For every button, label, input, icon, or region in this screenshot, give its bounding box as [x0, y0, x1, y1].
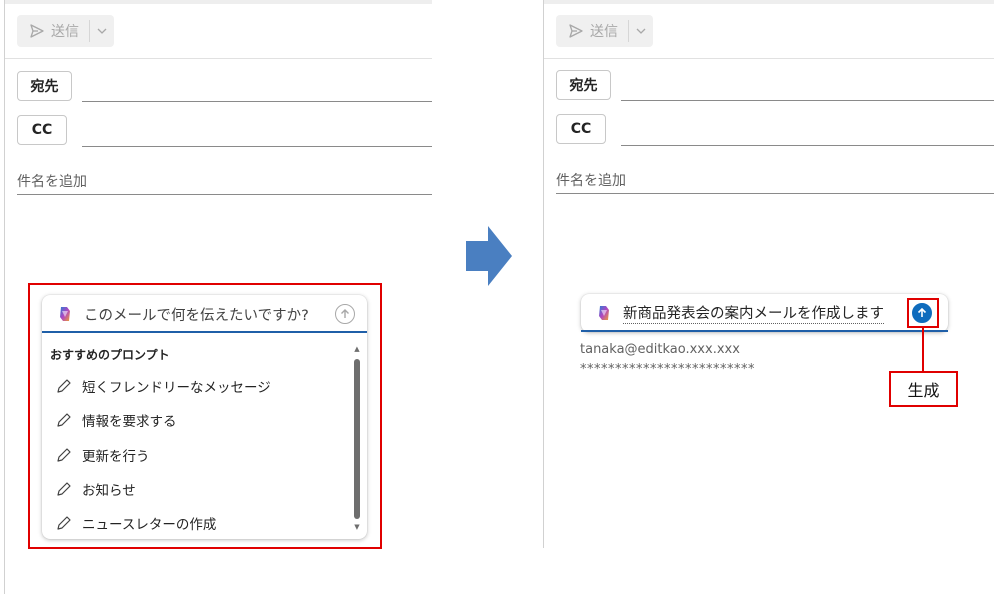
input-underline: [42, 331, 367, 333]
chevron-down-icon: [97, 28, 107, 34]
top-strip: [544, 0, 994, 4]
cc-button[interactable]: CC: [17, 115, 67, 145]
arrow-up-circle-icon[interactable]: [335, 304, 355, 324]
compose-panel-after: 送信 宛先 CC 件名を追加 tanaka@editkao.xxx.xxx **…: [543, 0, 994, 548]
to-field[interactable]: [621, 100, 994, 101]
suggestions-heading: おすすめのプロンプト: [50, 348, 170, 362]
response-email: tanaka@editkao.xxx.xxx: [580, 342, 740, 357]
input-underline: [581, 330, 948, 332]
scroll-down-icon[interactable]: ▼: [353, 523, 361, 531]
scrollbar-thumb[interactable]: [354, 359, 360, 519]
copilot-prompt-placeholder: このメールで何を伝えたいですか?: [84, 307, 309, 324]
copilot-prompt-text: 新商品発表会の案内メールを作成します: [623, 302, 884, 324]
highlight-box: [907, 298, 939, 328]
copilot-prompt-input[interactable]: このメールで何を伝えたいですか?: [42, 295, 367, 333]
subject-underline: [17, 194, 432, 195]
pencil-icon: [57, 379, 71, 393]
copilot-draft-panel: このメールで何を伝えたいですか? おすすめのプロンプト 短くフレンドリーなメッセ…: [42, 295, 367, 539]
to-button[interactable]: 宛先: [556, 70, 611, 100]
suggestion-label: お知らせ: [82, 483, 136, 499]
copilot-prompt-input[interactable]: 新商品発表会の案内メールを作成します: [581, 294, 948, 332]
send-button[interactable]: 送信: [17, 15, 89, 47]
cc-field[interactable]: [82, 146, 432, 147]
suggestion-label: ニュースレターの作成: [82, 517, 217, 533]
send-icon: [30, 24, 44, 38]
send-label: 送信: [590, 24, 618, 40]
top-strip: [5, 0, 432, 4]
pencil-icon: [57, 413, 71, 427]
flow-arrow-icon: [466, 226, 512, 286]
chevron-down-icon: [636, 28, 646, 34]
suggestion-item[interactable]: お知らせ: [56, 478, 136, 500]
response-masked: *************************: [580, 362, 755, 377]
copilot-logo-icon: [60, 307, 70, 321]
scroll-up-icon[interactable]: ▲: [353, 345, 361, 353]
pencil-icon: [57, 516, 71, 530]
send-split-button: 送信: [556, 15, 653, 47]
suggestion-item[interactable]: ニュースレターの作成: [56, 512, 216, 534]
to-field[interactable]: [82, 101, 432, 102]
send-options-button[interactable]: [629, 15, 653, 47]
subject-underline: [556, 193, 994, 194]
suggestion-label: 情報を要求する: [82, 414, 177, 430]
send-label: 送信: [51, 24, 79, 40]
pencil-icon: [57, 482, 71, 496]
to-button[interactable]: 宛先: [17, 71, 72, 101]
callout-connector: [922, 328, 924, 372]
copilot-logo-icon: [599, 306, 609, 320]
cc-field[interactable]: [621, 145, 994, 146]
send-button[interactable]: 送信: [556, 15, 628, 47]
copilot-prompt-panel: 新商品発表会の案内メールを作成します: [581, 294, 948, 332]
subject-input[interactable]: 件名を追加: [556, 170, 626, 190]
suggestion-item[interactable]: 情報を要求する: [56, 409, 177, 431]
toolbar-divider: [544, 58, 994, 59]
cc-button[interactable]: CC: [556, 114, 606, 144]
suggestion-item[interactable]: 更新を行う: [56, 444, 150, 466]
toolbar-divider: [5, 58, 432, 59]
suggestion-label: 更新を行う: [82, 449, 150, 465]
pencil-icon: [57, 448, 71, 462]
send-icon: [569, 24, 583, 38]
callout-label: 生成: [889, 371, 958, 407]
send-options-button[interactable]: [90, 15, 114, 47]
suggestion-item[interactable]: 短くフレンドリーなメッセージ: [56, 375, 271, 397]
send-split-button: 送信: [17, 15, 114, 47]
suggestions-scrollbar[interactable]: ▲ ▼: [353, 345, 361, 531]
suggestion-label: 短くフレンドリーなメッセージ: [82, 380, 271, 396]
subject-input[interactable]: 件名を追加: [17, 171, 87, 191]
